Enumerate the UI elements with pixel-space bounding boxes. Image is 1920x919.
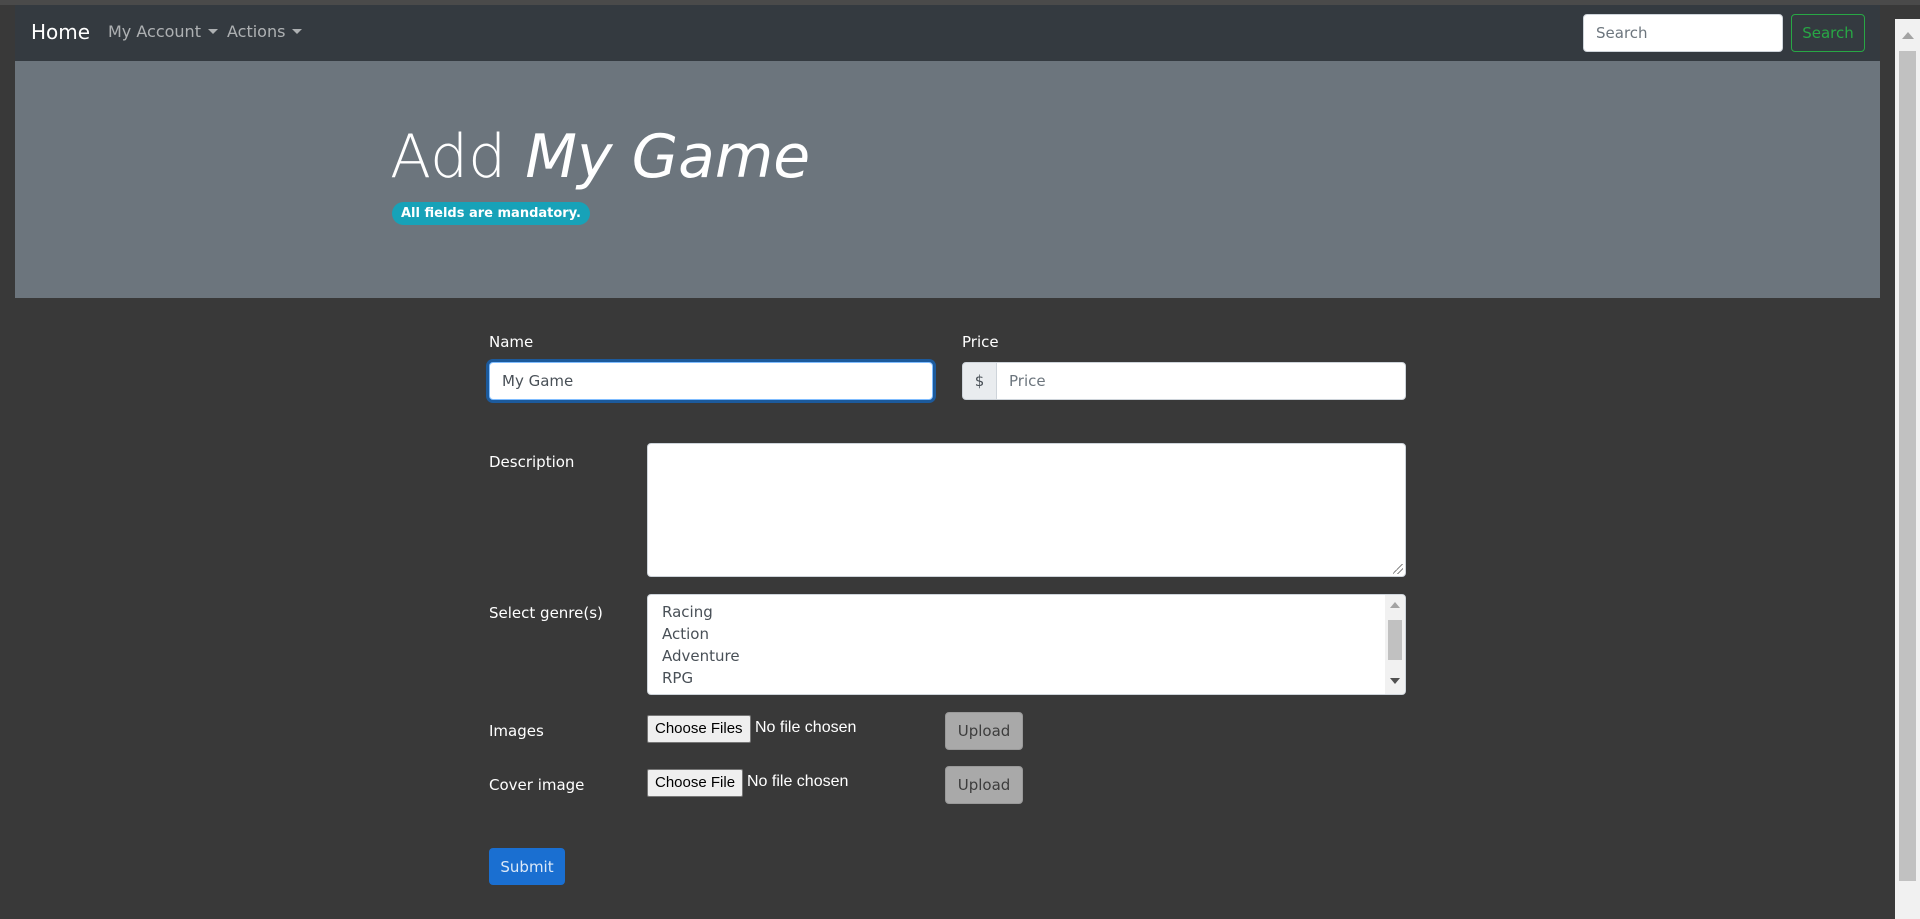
name-label: Name (489, 333, 534, 351)
description-textarea[interactable] (647, 443, 1406, 577)
scroll-down-arrow-icon[interactable] (1390, 678, 1400, 684)
images-upload-button[interactable]: Upload (945, 712, 1023, 750)
submit-button[interactable]: Submit (489, 848, 565, 885)
price-label: Price (962, 333, 999, 351)
chevron-down-icon (207, 28, 218, 34)
page-title-game-name: My Game (525, 122, 811, 192)
genre-option[interactable]: Action (648, 623, 1388, 645)
images-choose-files-button[interactable]: Choose Files (647, 715, 751, 743)
genre-option[interactable]: Adventure (648, 645, 1388, 667)
scroll-up-arrow-icon[interactable] (1902, 32, 1914, 39)
page-scrollbar-thumb[interactable] (1899, 51, 1916, 881)
cover-file-status: No file chosen (747, 773, 849, 790)
genre-option[interactable]: Racing (648, 601, 1388, 623)
name-input[interactable] (489, 362, 933, 400)
description-label: Description (489, 453, 575, 471)
nav-brand-home[interactable]: Home (31, 20, 90, 44)
genre-select-scrollbar[interactable] (1385, 595, 1405, 694)
cover-image-label: Cover image (489, 776, 585, 794)
genre-label: Select genre(s) (489, 604, 603, 622)
nav-my-account-dropdown[interactable]: My Account (108, 22, 218, 41)
price-input-group: $ (962, 362, 1406, 400)
genre-options: Racing Action Adventure RPG (648, 601, 1388, 689)
images-file-status: No file chosen (755, 719, 857, 736)
resize-handle-icon[interactable] (1393, 564, 1403, 574)
nav-actions-dropdown[interactable]: Actions (227, 22, 303, 41)
cover-upload-button[interactable]: Upload (945, 766, 1023, 804)
page-scrollbar[interactable] (1895, 19, 1920, 919)
price-input[interactable] (996, 362, 1406, 400)
genre-select[interactable]: Racing Action Adventure RPG (647, 594, 1406, 695)
scrollbar-thumb[interactable] (1388, 620, 1402, 660)
scroll-up-arrow-icon[interactable] (1390, 602, 1400, 608)
search-button[interactable]: Search (1791, 14, 1865, 52)
chevron-down-icon (292, 28, 303, 34)
search-input[interactable] (1583, 14, 1783, 52)
nav-actions-label: Actions (227, 22, 286, 41)
cover-choose-file-button[interactable]: Choose File (647, 769, 744, 797)
nav-my-account-label: My Account (108, 22, 201, 41)
navbar: Home My Account Actions Search (15, 5, 1880, 61)
page-header: Add My Game All fields are mandatory. (15, 61, 1880, 298)
genre-option[interactable]: RPG (648, 667, 1388, 689)
currency-prefix: $ (962, 362, 997, 400)
mandatory-badge: All fields are mandatory. (392, 202, 590, 225)
page-title: Add My Game (390, 127, 810, 187)
images-label: Images (489, 722, 544, 740)
page-title-prefix: Add (390, 122, 507, 192)
